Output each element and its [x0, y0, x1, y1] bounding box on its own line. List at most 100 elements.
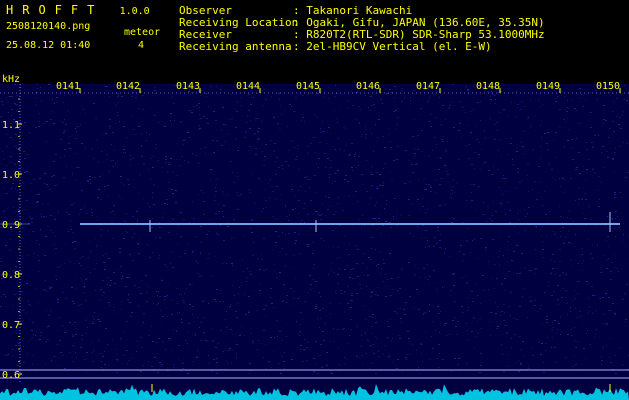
noise-dot — [511, 138, 512, 139]
noise-dot — [605, 345, 607, 346]
noise-dot — [588, 283, 589, 284]
noise-dot — [315, 308, 317, 309]
noise-dot — [495, 99, 496, 100]
noise-dot — [459, 123, 461, 124]
noise-dot — [239, 287, 240, 288]
noise-dot — [91, 212, 93, 213]
noise-dot — [295, 208, 296, 209]
noise-dot — [425, 230, 427, 231]
noise-dot — [187, 373, 189, 374]
noise-dot — [80, 257, 82, 258]
noise-dot — [367, 340, 369, 341]
noise-dot — [107, 344, 109, 345]
noise-dot — [308, 179, 310, 180]
noise-dot — [383, 263, 385, 264]
noise-dot — [312, 242, 314, 243]
noise-dot — [148, 169, 149, 170]
noise-dot — [36, 84, 38, 85]
noise-dot — [86, 213, 87, 214]
noise-dot — [418, 367, 419, 368]
noise-dot — [138, 206, 139, 207]
noise-dot — [607, 324, 608, 325]
noise-dot — [199, 128, 201, 129]
noise-dot — [91, 352, 93, 353]
noise-dot — [136, 211, 138, 212]
noise-dot — [574, 340, 576, 341]
noise-dot — [197, 350, 198, 351]
noise-dot — [98, 162, 99, 163]
noise-dot — [75, 352, 76, 353]
noise-dot — [495, 313, 497, 314]
noise-dot — [111, 144, 112, 145]
noise-dot — [461, 306, 463, 307]
noise-dot — [200, 95, 201, 96]
noise-dot — [471, 220, 472, 221]
noise-dot — [396, 225, 398, 226]
noise-dot — [532, 348, 533, 349]
noise-dot — [615, 211, 617, 212]
noise-dot — [46, 141, 47, 142]
noise-dot — [200, 118, 202, 119]
noise-dot — [69, 94, 71, 95]
noise-dot — [160, 310, 161, 311]
noise-dot — [15, 345, 17, 346]
noise-dot — [408, 338, 410, 339]
noise-dot — [154, 185, 155, 186]
noise-dot — [465, 112, 466, 113]
noise-dot — [60, 317, 61, 318]
noise-dot — [511, 338, 512, 339]
noise-dot — [152, 252, 154, 253]
noise-dot — [421, 151, 423, 152]
noise-dot — [108, 302, 110, 303]
noise-dot — [54, 219, 56, 220]
noise-dot — [288, 233, 290, 234]
noise-dot — [20, 226, 21, 227]
noise-dot — [332, 183, 333, 184]
noise-dot — [570, 178, 572, 179]
noise-dot — [298, 190, 299, 191]
noise-dot — [552, 268, 554, 269]
noise-dot — [16, 333, 17, 334]
noise-dot — [141, 347, 142, 348]
noise-dot — [102, 255, 104, 256]
noise-dot — [555, 132, 557, 133]
noise-dot — [330, 160, 332, 161]
noise-dot — [440, 124, 442, 125]
noise-dot — [279, 129, 281, 130]
noise-dot — [304, 339, 306, 340]
noise-dot — [148, 286, 149, 287]
noise-dot — [11, 115, 12, 116]
noise-dot — [603, 105, 605, 106]
noise-dot — [329, 206, 331, 207]
noise-dot — [470, 252, 471, 253]
noise-dot — [154, 87, 156, 88]
noise-dot — [183, 140, 185, 141]
noise-dot — [366, 286, 367, 287]
noise-dot — [2, 151, 3, 152]
noise-dot — [200, 322, 202, 323]
noise-dot — [247, 115, 248, 116]
y-tick-label: 0.6 — [2, 370, 20, 381]
noise-dot — [340, 149, 341, 150]
noise-dot — [491, 312, 492, 313]
noise-dot — [232, 334, 233, 335]
noise-dot — [527, 163, 529, 164]
noise-dot — [155, 93, 156, 94]
noise-dot — [159, 227, 161, 228]
noise-dot — [123, 185, 124, 186]
noise-dot — [275, 161, 276, 162]
noise-dot — [555, 179, 556, 180]
noise-dot — [409, 160, 410, 161]
noise-dot — [233, 237, 235, 238]
noise-dot — [104, 351, 105, 352]
noise-dot — [451, 190, 453, 191]
noise-dot — [485, 249, 486, 250]
noise-dot — [336, 119, 337, 120]
noise-dot — [290, 288, 292, 289]
noise-dot — [425, 332, 427, 333]
noise-dot — [275, 174, 277, 175]
noise-dot — [203, 116, 205, 117]
noise-dot — [599, 298, 601, 299]
noise-dot — [565, 290, 567, 291]
noise-dot — [337, 247, 339, 248]
